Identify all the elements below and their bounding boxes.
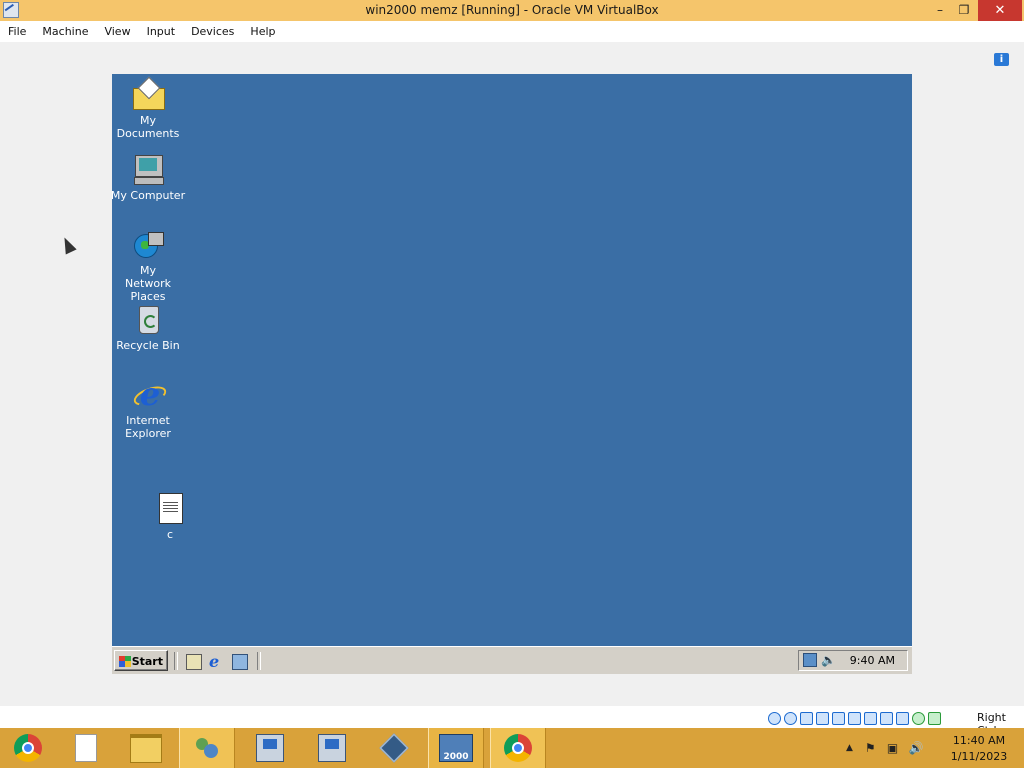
host-system-tray: ▲ ⚑ ▣ 🔊 [846, 740, 931, 756]
windows-2000-icon[interactable]: 2000 [428, 728, 484, 768]
volume-icon[interactable]: 🔈 [821, 653, 836, 667]
my-network-places-icon[interactable]: My Network Places [112, 228, 188, 303]
trash-can-icon [132, 303, 164, 335]
host-title-bar[interactable]: win2000 memz [Running] - Oracle VM Virtu… [0, 0, 1024, 21]
start-label: Start [131, 655, 163, 668]
separator [257, 652, 261, 670]
network-icon[interactable] [803, 653, 817, 667]
my-computer-icon[interactable]: My Computer [112, 153, 188, 202]
my-documents-icon[interactable]: My Documents [112, 76, 188, 140]
chrome-icon[interactable] [0, 728, 56, 768]
clock-time: 11:40 AM [952, 734, 1006, 747]
network-icon[interactable] [816, 711, 829, 725]
show-hidden-icons[interactable]: ▲ [846, 743, 853, 753]
desktop-icon-label: My Documents [116, 114, 180, 140]
guest-clock[interactable]: 9:40 AM [850, 654, 895, 667]
show-desktop-icon[interactable] [186, 654, 202, 670]
menu-file[interactable]: File [0, 25, 26, 38]
desktop-icon-label: My Network Places [125, 264, 171, 303]
desktop-icon-label: My Computer [112, 189, 186, 202]
users-icon[interactable] [179, 728, 235, 768]
desktop-icon-label: c [166, 528, 174, 541]
chrome-icon[interactable] [490, 728, 546, 768]
maximize-button[interactable]: ❐ [952, 0, 976, 21]
guest-screen[interactable]: My Documents My Computer My Network Plac… [112, 74, 912, 674]
separator [174, 652, 178, 670]
network-globe-icon [132, 228, 164, 260]
minimize-button[interactable]: – [928, 0, 952, 21]
menu-bar: File Machine View Input Devices Help [0, 21, 1024, 42]
optical-drive-icon[interactable] [784, 711, 797, 725]
action-center-flag-icon[interactable]: ⚑ [865, 741, 879, 755]
guest-system-tray: 🔈 9:40 AM [798, 650, 908, 671]
setup-icon[interactable] [242, 728, 298, 768]
view-channels-icon[interactable] [232, 654, 248, 670]
mouse-integration-icon[interactable] [912, 711, 925, 725]
windows-flag-icon [119, 656, 131, 667]
network-icon[interactable]: ▣ [887, 741, 901, 755]
recycle-bin-icon[interactable]: Recycle Bin [112, 303, 188, 352]
computer-icon [132, 153, 164, 185]
virtualbox-icon[interactable] [366, 728, 422, 768]
vm-state-icon[interactable] [896, 711, 909, 725]
ie-logo-icon: e [131, 378, 169, 410]
menu-devices[interactable]: Devices [183, 25, 234, 38]
host-clock[interactable]: 11:40 AM 1/11/2023 [946, 733, 1012, 765]
window-title: win2000 memz [Running] - Oracle VM Virtu… [365, 3, 659, 17]
shared-folders-icon[interactable] [848, 711, 861, 725]
desktop-icon-label: Internet Explorer [125, 414, 171, 440]
display-icon[interactable] [864, 711, 877, 725]
volume-icon[interactable]: 🔊 [909, 741, 924, 755]
desktop-icon-label: Recycle Bin [116, 339, 180, 352]
setup-icon[interactable] [304, 728, 360, 768]
text-file-icon[interactable]: c [130, 492, 210, 541]
clock-date: 1/11/2023 [950, 750, 1008, 763]
start-button[interactable]: Start [114, 650, 168, 671]
file-explorer-icon[interactable] [118, 728, 174, 768]
vm-status-bar [768, 710, 944, 726]
audio-icon[interactable] [800, 711, 813, 725]
file-icon[interactable] [58, 728, 114, 768]
hard-disk-icon[interactable] [768, 711, 781, 725]
video-capture-icon[interactable] [880, 711, 893, 725]
notepad-document-icon [154, 492, 186, 524]
menu-machine[interactable]: Machine [34, 25, 88, 38]
menu-view[interactable]: View [96, 25, 130, 38]
menu-input[interactable]: Input [139, 25, 175, 38]
host-key-icon[interactable] [928, 711, 941, 725]
guest-taskbar: Start e 🔈 9:40 AM [112, 646, 912, 674]
usb-icon[interactable] [832, 711, 845, 725]
internet-explorer-icon[interactable]: e [209, 654, 225, 670]
close-button[interactable]: ✕ [978, 0, 1022, 21]
info-balloon-icon[interactable]: i [994, 53, 1009, 66]
internet-explorer-icon[interactable]: e Internet Explorer [112, 378, 188, 440]
menu-help[interactable]: Help [242, 25, 275, 38]
folder-icon [132, 76, 165, 110]
